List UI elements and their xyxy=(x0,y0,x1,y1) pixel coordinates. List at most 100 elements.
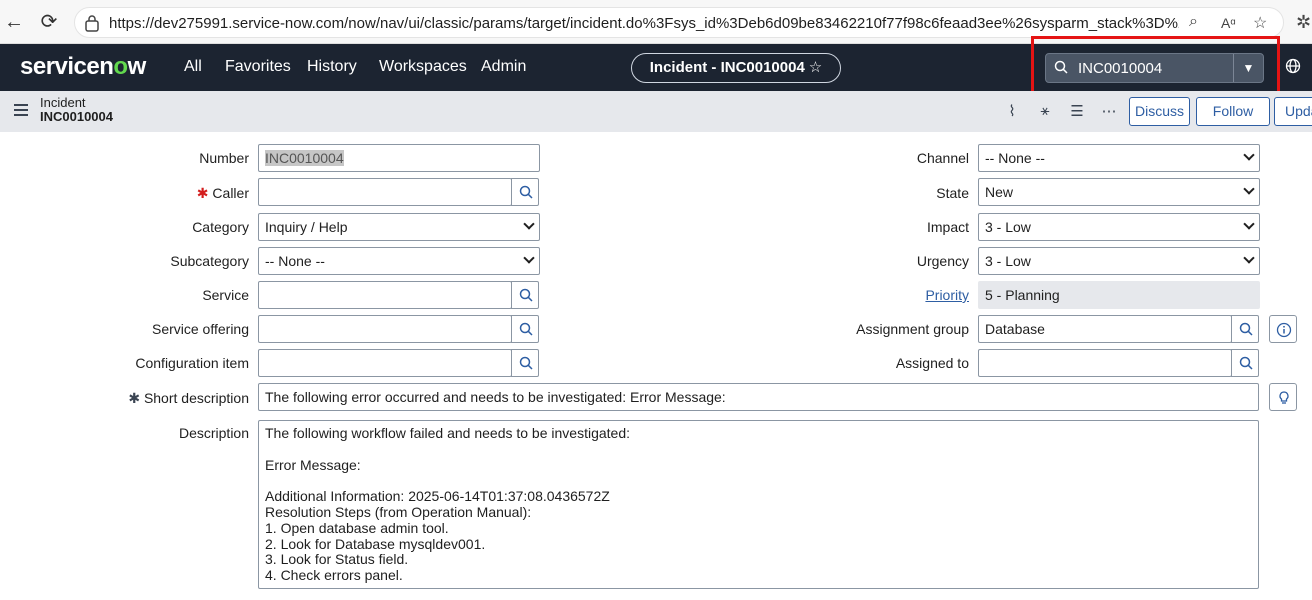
chevron-down-icon xyxy=(1243,218,1255,230)
search-icon xyxy=(519,322,533,336)
configuration-item-label: Configuration item xyxy=(135,355,249,371)
url-text[interactable]: https://dev275991.service-now.com/now/na… xyxy=(109,15,1179,32)
update-button[interactable]: Upda xyxy=(1274,97,1312,126)
globe-icon[interactable] xyxy=(1285,58,1301,74)
search-icon xyxy=(519,356,533,370)
configuration-item-input[interactable] xyxy=(258,349,512,377)
caller-label-text: Caller xyxy=(212,185,249,201)
chevron-down-icon xyxy=(523,252,535,264)
urgency-value: 3 - Low xyxy=(985,253,1031,269)
assigned-to-input[interactable] xyxy=(978,349,1232,377)
priority-link[interactable]: Priority xyxy=(925,287,969,303)
more-options-icon[interactable]: ⋯ xyxy=(1100,102,1118,120)
settings-sliders-icon[interactable]: ☰ xyxy=(1068,102,1086,120)
zoom-icon[interactable]: ⌕ xyxy=(1189,13,1198,31)
channel-label: Channel xyxy=(916,150,969,166)
short-description-label-text: Short description xyxy=(143,390,249,406)
record-pill-label: Incident - INC0010004 xyxy=(649,59,805,76)
info-icon xyxy=(1276,322,1292,338)
state-label: State xyxy=(936,185,969,201)
description-label: Description xyxy=(178,425,249,441)
impact-select[interactable]: 3 - Low xyxy=(978,213,1260,241)
service-offering-input[interactable] xyxy=(258,315,512,343)
urgency-label: Urgency xyxy=(916,253,969,269)
extensions-icon[interactable]: ✲ xyxy=(1296,12,1311,33)
suggestion-button[interactable] xyxy=(1269,383,1297,411)
search-icon xyxy=(519,288,533,302)
caller-lookup-button[interactable] xyxy=(511,178,539,206)
activity-icon[interactable]: ⚹ xyxy=(1036,102,1054,120)
subcategory-select[interactable]: -- None -- xyxy=(258,247,540,275)
assignment-group-lookup-button[interactable] xyxy=(1231,315,1259,343)
chevron-down-icon xyxy=(523,218,535,230)
search-icon xyxy=(1239,322,1253,336)
search-highlight-box xyxy=(1031,36,1280,95)
follow-button[interactable]: Follow xyxy=(1196,97,1270,126)
category-label: Category xyxy=(192,219,249,235)
caller-label: ✱ Caller xyxy=(197,185,249,202)
lightbulb-icon xyxy=(1279,391,1289,404)
subcategory-label: Subcategory xyxy=(170,253,249,269)
hamburger-menu-icon[interactable] xyxy=(14,104,28,119)
search-icon xyxy=(1239,356,1253,370)
configuration-item-lookup-button[interactable] xyxy=(511,349,539,377)
paperclip-icon[interactable]: ⌇ xyxy=(1003,102,1021,120)
service-input[interactable] xyxy=(258,281,512,309)
category-value: Inquiry / Help xyxy=(265,219,348,235)
urgency-select[interactable]: 3 - Low xyxy=(978,247,1260,275)
short-description-input[interactable]: The following error occurred and needs t… xyxy=(258,383,1259,411)
reload-icon[interactable]: ⟳ xyxy=(38,11,60,33)
number-label: Number xyxy=(199,150,249,166)
service-offering-lookup-button[interactable] xyxy=(511,315,539,343)
subcategory-value: -- None -- xyxy=(265,253,325,269)
assignment-group-input[interactable]: Database xyxy=(978,315,1232,343)
record-toolbar: Incident INC0010004 ⌇ ⚹ ☰ ⋯ Discuss Foll… xyxy=(0,91,1312,132)
caller-input[interactable] xyxy=(258,178,512,206)
read-aloud-icon[interactable]: Aᵅ xyxy=(1221,15,1236,31)
discuss-button[interactable]: Discuss xyxy=(1129,97,1190,126)
number-field[interactable]: INC0010004 xyxy=(258,144,540,172)
address-bar[interactable]: https://dev275991.service-now.com/now/na… xyxy=(74,7,1284,38)
chevron-down-icon xyxy=(1243,252,1255,264)
chevron-down-icon xyxy=(1243,183,1255,195)
assigned-to-label: Assigned to xyxy=(895,355,969,371)
record-type: Incident xyxy=(40,95,86,110)
nav-favorites[interactable]: Favorites xyxy=(225,58,291,76)
channel-value: -- None -- xyxy=(985,150,1045,166)
search-icon xyxy=(519,185,533,199)
category-select[interactable]: Inquiry / Help xyxy=(258,213,540,241)
chevron-down-icon xyxy=(1243,149,1255,161)
required-marker: ✱ xyxy=(196,185,209,201)
state-select[interactable]: New xyxy=(978,178,1260,206)
service-lookup-button[interactable] xyxy=(511,281,539,309)
required-marker: ✱ xyxy=(128,390,141,406)
favorite-star-icon[interactable]: ☆ xyxy=(809,59,822,76)
assigned-to-lookup-button[interactable] xyxy=(1231,349,1259,377)
info-button[interactable] xyxy=(1269,315,1297,343)
service-label: Service xyxy=(202,287,249,303)
record-context-pill[interactable]: Incident - INC0010004 ☆ xyxy=(631,53,841,83)
short-description-label: ✱ Short description xyxy=(128,390,249,407)
assignment-group-label: Assignment group xyxy=(856,321,969,337)
logo-text: servicen xyxy=(20,53,114,80)
servicenow-logo[interactable]: servicenow xyxy=(20,53,146,81)
site-info-icon[interactable] xyxy=(84,14,100,32)
back-arrow-icon[interactable]: ← xyxy=(3,11,25,33)
channel-select[interactable]: -- None -- xyxy=(978,144,1260,172)
impact-value: 3 - Low xyxy=(985,219,1031,235)
description-textarea[interactable]: The following workflow failed and needs … xyxy=(258,420,1259,589)
impact-label: Impact xyxy=(926,219,969,235)
nav-all[interactable]: All xyxy=(184,58,202,76)
nav-workspaces[interactable]: Workspaces xyxy=(379,58,467,76)
logo-o: o xyxy=(113,53,128,80)
nav-admin[interactable]: Admin xyxy=(481,58,526,76)
priority-value: 5 - Planning xyxy=(978,281,1260,309)
favorite-star-icon[interactable]: ☆ xyxy=(1253,13,1267,33)
nav-history[interactable]: History xyxy=(307,58,357,76)
record-number: INC0010004 xyxy=(40,109,113,124)
logo-w: w xyxy=(127,53,147,80)
number-value: INC0010004 xyxy=(265,150,344,166)
state-value: New xyxy=(985,184,1014,200)
service-offering-label: Service offering xyxy=(151,321,249,337)
record-title: Incident INC0010004 xyxy=(40,96,113,124)
